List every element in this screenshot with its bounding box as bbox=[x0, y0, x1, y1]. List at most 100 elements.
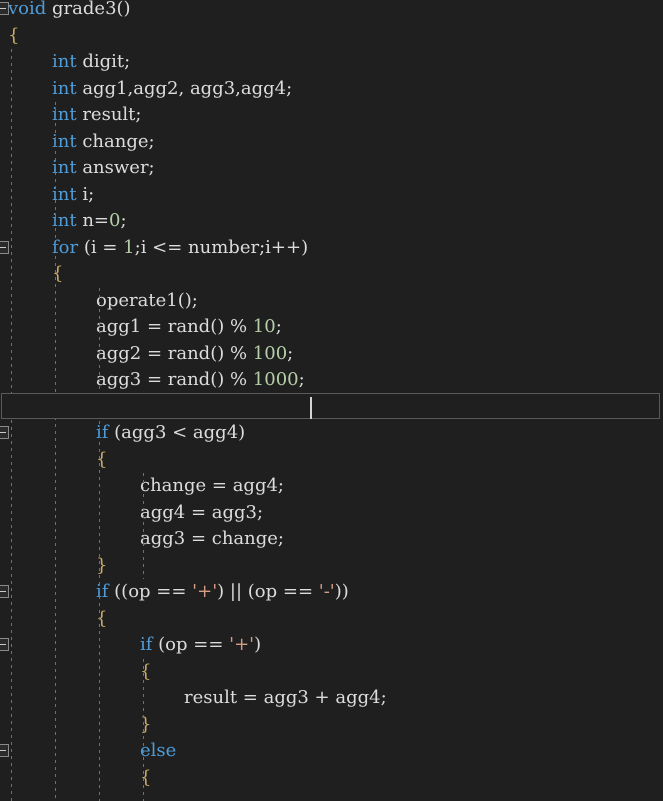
code-line-text: agg3 = rand() % 1000; bbox=[96, 367, 305, 394]
token-num: 1 bbox=[123, 236, 135, 258]
code-line[interactable]: { bbox=[0, 261, 663, 288]
token-num: 10 bbox=[252, 316, 276, 337]
code-line-text: void grade3() bbox=[8, 0, 131, 23]
token-id: agg2 = rand() % bbox=[96, 342, 253, 364]
token-pn: ; bbox=[275, 316, 282, 337]
indent-guide bbox=[99, 287, 100, 801]
token-id: op == bbox=[165, 634, 230, 655]
code-line-text: int digit; bbox=[52, 49, 130, 76]
code-line-text: else bbox=[140, 738, 176, 765]
fold-marker-expanded[interactable] bbox=[0, 585, 9, 598]
token-pn: (( bbox=[108, 581, 129, 602]
token-num: 100 bbox=[252, 342, 288, 364]
token-num: 0 bbox=[109, 210, 121, 231]
code-line[interactable]: int i; bbox=[0, 182, 663, 209]
token-pn: ) bbox=[301, 236, 309, 258]
code-line-text: int n=0; bbox=[52, 208, 127, 235]
token-kw: else bbox=[140, 740, 177, 761]
token-br: { bbox=[8, 24, 20, 46]
token-pn: (); bbox=[177, 289, 198, 311]
indent-guide bbox=[55, 102, 56, 801]
code-line[interactable]: { bbox=[0, 23, 663, 50]
token-kw: int bbox=[52, 77, 77, 99]
code-line-text: result = agg3 + agg4; bbox=[184, 685, 387, 712]
fold-marker-expanded[interactable] bbox=[0, 240, 9, 254]
indent-guide bbox=[143, 658, 144, 801]
code-line[interactable]: void grade3() bbox=[0, 0, 663, 23]
token-pn: ( bbox=[108, 422, 122, 443]
token-chr: '+' bbox=[229, 634, 255, 655]
code-line-text: { bbox=[96, 606, 107, 633]
code-line-text: int result; bbox=[52, 102, 141, 129]
token-br: } bbox=[96, 554, 108, 576]
token-pn: ) bbox=[254, 634, 262, 655]
token-id: agg1 = rand() % bbox=[96, 316, 253, 337]
code-line-text: operate1(); bbox=[96, 288, 198, 315]
token-id: agg1,agg2, agg3,agg4; bbox=[82, 77, 293, 99]
code-line[interactable]: int change; bbox=[0, 129, 663, 156]
fold-marker-expanded[interactable] bbox=[0, 426, 9, 439]
code-line-text: { bbox=[140, 765, 151, 792]
indent-guide bbox=[11, 49, 12, 801]
code-line-text: { bbox=[8, 23, 19, 50]
token-br: { bbox=[52, 263, 64, 284]
token-id: answer; bbox=[82, 157, 155, 178]
code-line-text: int answer; bbox=[52, 155, 155, 182]
token-kw: int bbox=[52, 51, 77, 72]
token-pn: ; bbox=[298, 369, 305, 390]
code-line-text: { bbox=[140, 659, 151, 686]
token-id: agg4 = rand() % bbox=[96, 395, 253, 417]
code-line-text: if (agg3 < agg4) bbox=[96, 420, 245, 447]
token-pn: ) || ( bbox=[217, 581, 255, 602]
token-id: agg3 < agg4 bbox=[121, 422, 239, 443]
token-id: change; bbox=[82, 130, 155, 152]
token-kw: void bbox=[8, 0, 47, 19]
token-id: agg3 = change; bbox=[140, 528, 284, 549]
fold-marker-expanded[interactable] bbox=[0, 638, 9, 651]
token-num: 1000 bbox=[252, 369, 299, 390]
code-line[interactable]: int agg1,agg2, agg3,agg4; bbox=[0, 76, 663, 103]
code-line-text: int change; bbox=[52, 129, 155, 156]
token-id: result = agg3 + agg4; bbox=[184, 687, 387, 708]
code-line-text: } bbox=[96, 553, 107, 580]
token-pn: ; bbox=[287, 342, 294, 364]
code-line-text: agg1 = rand() % 10; bbox=[96, 314, 282, 341]
token-br: { bbox=[140, 660, 152, 682]
code-line[interactable]: int n=0; bbox=[0, 208, 663, 235]
token-pn: ( bbox=[152, 634, 166, 655]
code-line[interactable]: int result; bbox=[0, 102, 663, 129]
token-pn: )) bbox=[334, 581, 349, 602]
token-chr: '-' bbox=[318, 581, 335, 602]
token-id: agg4 = agg3; bbox=[140, 501, 264, 523]
code-line-text: int i; bbox=[52, 182, 94, 209]
indent-guide bbox=[143, 473, 144, 579]
code-line-text: for (i = 1;i <= number;i++) bbox=[52, 235, 308, 262]
token-id: agg3 = rand() % bbox=[96, 369, 253, 390]
token-kw: if bbox=[96, 581, 109, 602]
token-pn: ( bbox=[78, 236, 91, 258]
token-br: } bbox=[140, 713, 152, 735]
code-line[interactable]: int digit; bbox=[0, 49, 663, 76]
token-id: result; bbox=[82, 104, 142, 125]
token-id: i; bbox=[82, 183, 95, 205]
code-line[interactable]: int answer; bbox=[0, 155, 663, 182]
code-line-text: } bbox=[140, 712, 151, 739]
code-line-text: change = agg4; bbox=[140, 473, 284, 500]
token-id: i <= number;i++ bbox=[140, 236, 302, 258]
token-br: { bbox=[96, 448, 108, 470]
code-line-text: agg2 = rand() % 100; bbox=[96, 341, 293, 368]
token-br: { bbox=[96, 607, 108, 629]
token-id: grade3 bbox=[52, 0, 117, 19]
code-line[interactable]: for (i = 1;i <= number;i++) bbox=[0, 235, 663, 262]
code-line-text: agg4 = agg3; bbox=[140, 500, 263, 527]
token-pn: () bbox=[116, 0, 131, 19]
fold-marker-expanded[interactable] bbox=[0, 2, 9, 15]
token-kw: if bbox=[140, 634, 153, 655]
fold-marker-expanded[interactable] bbox=[0, 744, 9, 757]
token-kw: if bbox=[96, 422, 109, 443]
token-id: n= bbox=[82, 210, 110, 231]
code-editor[interactable]: void grade3(){int digit; int agg1,agg2, a… bbox=[0, 0, 663, 801]
token-pn: ; bbox=[298, 395, 305, 417]
token-num: 1000 bbox=[252, 395, 299, 417]
code-line-text: agg3 = change; bbox=[140, 526, 284, 553]
